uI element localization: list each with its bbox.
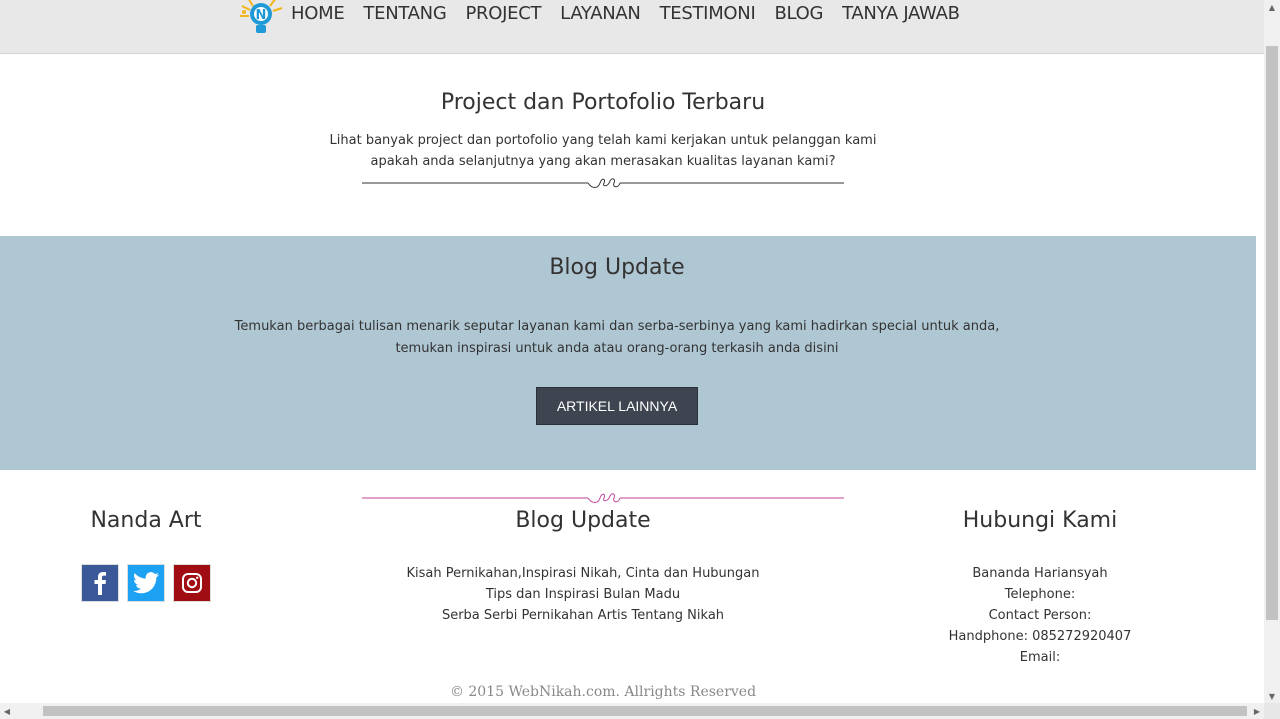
scroll-right-arrow-icon[interactable]: ▶ <box>1250 703 1264 719</box>
main-nav: HOME TENTANG PROJECT LAYANAN TESTIMONI B… <box>291 0 960 26</box>
copyright-text: © 2015 WebNikah.com. Allrights Reserved <box>449 684 757 700</box>
top-navbar: N HOME TENTANG PROJECT LAYANAN TESTIMONI… <box>0 0 1264 54</box>
nav-testimoni[interactable]: TESTIMONI <box>660 3 756 24</box>
footer-blog-title: Blog Update <box>515 508 651 533</box>
project-section: Project dan Portofolio Terbaru Lihat ban… <box>0 55 1264 236</box>
contact-telephone: Telephone: <box>1004 587 1076 602</box>
project-title: Project dan Portofolio Terbaru <box>440 90 766 115</box>
nav-layanan[interactable]: LAYANAN <box>560 3 641 24</box>
contact-name: Bananda Hariansyah <box>972 566 1108 581</box>
project-description-line-2: apakah anda selanjutnya yang akan merasa… <box>370 154 836 169</box>
nav-tentang[interactable]: TENTANG <box>363 3 446 24</box>
nav-blog[interactable]: BLOG <box>774 3 823 24</box>
ornament-divider-icon <box>362 178 844 188</box>
footer-blog-link[interactable]: Kisah Pernikahan,Inspirasi Nikah, Cinta … <box>383 563 783 584</box>
blog-description-line-1: Temukan berbagai tulisan menarik seputar… <box>234 319 1000 334</box>
logo-icon[interactable]: N <box>238 0 284 36</box>
horizontal-scrollbar[interactable]: ◀ ▶ <box>0 703 1264 719</box>
contact-email: Email: <box>1019 650 1061 665</box>
footer-blog-links: Kisah Pernikahan,Inspirasi Nikah, Cinta … <box>383 563 783 626</box>
footer-blog-link[interactable]: Tips dan Inspirasi Bulan Madu <box>383 584 783 605</box>
project-description-line-1: Lihat banyak project dan portofolio yang… <box>329 133 877 148</box>
horizontal-scroll-thumb[interactable] <box>43 706 1247 716</box>
instagram-icon[interactable] <box>173 564 211 602</box>
scrollbar-corner <box>1264 703 1280 719</box>
vertical-scroll-thumb[interactable] <box>1266 46 1278 620</box>
vertical-scrollbar[interactable]: ▲ ▼ <box>1264 0 1280 703</box>
footer-ornament-divider-icon <box>362 493 844 503</box>
social-links <box>81 564 211 602</box>
nav-tanya-jawab[interactable]: TANYA JAWAB <box>842 3 960 24</box>
blog-description: Temukan berbagai tulisan menarik seputar… <box>0 316 1234 360</box>
nav-home[interactable]: HOME <box>291 3 345 24</box>
footer-contact-info: Bananda Hariansyah Telephone: Contact Pe… <box>920 563 1160 668</box>
scroll-left-arrow-icon[interactable]: ◀ <box>0 703 14 719</box>
scroll-up-arrow-icon[interactable]: ▲ <box>1264 0 1280 14</box>
contact-handphone: Handphone: 085272920407 <box>948 629 1132 644</box>
twitter-icon[interactable] <box>127 564 165 602</box>
footer-contact-title: Hubungi Kami <box>962 508 1118 533</box>
footer-blog-link[interactable]: Serba Serbi Pernikahan Artis Tentang Nik… <box>383 605 783 626</box>
more-articles-button[interactable]: ARTIKEL LAINNYA <box>536 387 698 425</box>
blog-title: Blog Update <box>549 255 685 280</box>
contact-person: Contact Person: <box>988 608 1092 623</box>
svg-text:N: N <box>256 8 267 23</box>
nav-project[interactable]: PROJECT <box>465 3 541 24</box>
blog-update-section: Blog Update Temukan berbagai tulisan men… <box>0 236 1256 470</box>
facebook-icon[interactable] <box>81 564 119 602</box>
blog-description-line-2: temukan inspirasi untuk anda atau orang-… <box>395 341 839 356</box>
project-description: Lihat banyak project dan portofolio yang… <box>0 130 1206 172</box>
scroll-down-arrow-icon[interactable]: ▼ <box>1264 689 1280 703</box>
footer-brand-title: Nanda Art <box>90 508 202 533</box>
